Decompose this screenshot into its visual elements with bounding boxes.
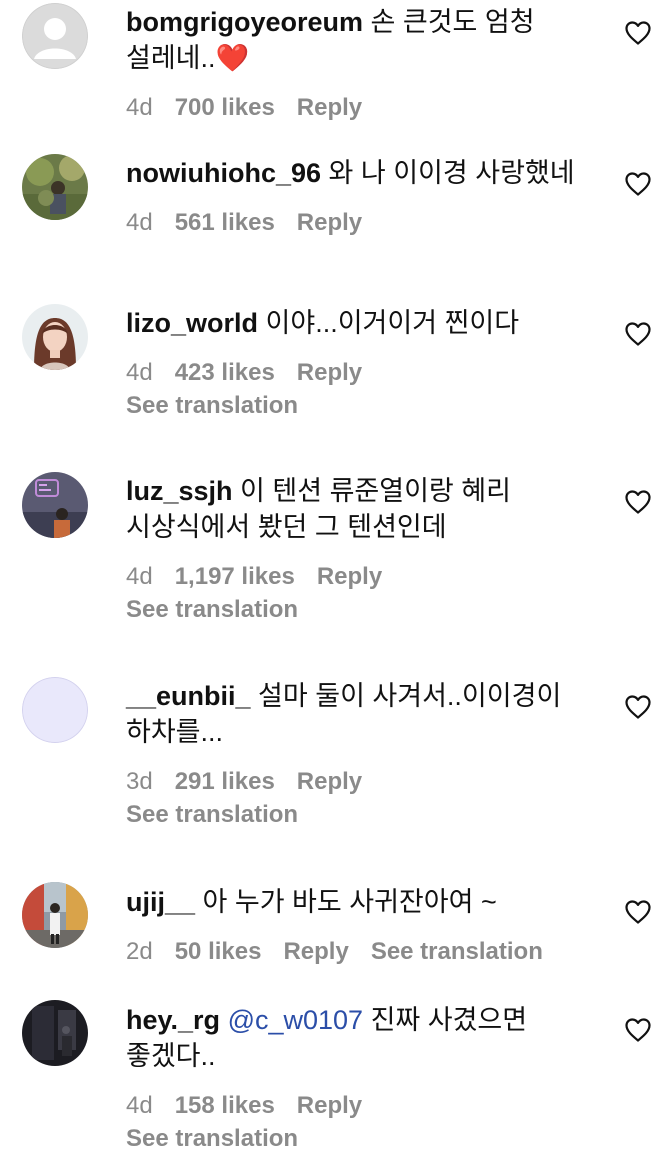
comment-body: 아 누가 바도 사귀잔아여 ~ <box>195 887 497 917</box>
comment-meta: 2d 50 likes Reply See translation <box>126 936 606 968</box>
likes-count[interactable]: 561 likes <box>175 209 275 236</box>
street-photo-icon <box>22 882 88 948</box>
reply-button[interactable]: Reply <box>297 768 362 795</box>
comment-body: 와 나 이이경 사랑했네 <box>321 158 575 188</box>
timestamp: 4d <box>126 94 153 121</box>
timestamp: 4d <box>126 563 153 590</box>
likes-count[interactable]: 1,197 likes <box>175 563 295 590</box>
heart-icon[interactable] <box>624 489 652 515</box>
see-translation-button[interactable]: See translation <box>126 799 606 831</box>
timestamp: 3d <box>126 768 153 795</box>
neon-sign-icon <box>22 472 88 538</box>
see-translation-button[interactable]: See translation <box>371 938 543 965</box>
avatar[interactable] <box>22 677 88 743</box>
avatar[interactable] <box>22 882 88 948</box>
comment-text: ujij__ 아 누가 바도 사귀잔아여 ~ <box>126 884 606 920</box>
username[interactable]: bomgrigoyeoreum <box>126 7 363 37</box>
likes-count[interactable]: 50 likes <box>175 938 262 965</box>
avatar[interactable] <box>22 3 88 69</box>
comment-text: bomgrigoyeoreum 손 큰것도 엄청 설레네..❤️ <box>126 4 606 76</box>
comment-meta: 4d 1,197 likes Reply <box>126 561 606 593</box>
timestamp: 4d <box>126 359 153 386</box>
comment-meta: 4d 700 likes Reply <box>126 92 606 124</box>
comments-list: bomgrigoyeoreum 손 큰것도 엄청 설레네..❤️ 4d 700 l… <box>0 0 662 1160</box>
see-translation-button[interactable]: See translation <box>126 594 606 626</box>
lavender-avatar-icon <box>22 677 88 743</box>
likes-count[interactable]: 158 likes <box>175 1092 275 1119</box>
reply-button[interactable]: Reply <box>283 938 348 965</box>
reply-button[interactable]: Reply <box>317 563 382 590</box>
avatar[interactable] <box>22 1000 88 1066</box>
comment-text: hey._rg @c_w0107 진짜 사겼으면 좋겠다.. <box>126 1002 606 1074</box>
heart-icon[interactable] <box>624 20 652 46</box>
timestamp: 4d <box>126 209 153 236</box>
username[interactable]: luz_ssjh <box>126 476 233 506</box>
mention-link[interactable]: @c_w0107 <box>228 1005 364 1035</box>
heart-icon[interactable] <box>624 899 652 925</box>
username[interactable]: lizo_world <box>126 308 258 338</box>
heart-icon[interactable] <box>624 694 652 720</box>
comment-text: nowiuhiohc_96 와 나 이이경 사랑했네 <box>126 155 606 191</box>
reply-button[interactable]: Reply <box>297 1092 362 1119</box>
username[interactable]: __eunbii_ <box>126 681 251 711</box>
heart-icon[interactable] <box>624 171 652 197</box>
username[interactable]: hey._rg <box>126 1005 220 1035</box>
comment-text: luz_ssjh 이 텐션 류준열이랑 혜리 시상식에서 봤던 그 텐션인데 <box>126 473 606 545</box>
comment-meta: 4d 561 likes Reply <box>126 207 606 239</box>
comment-meta: 4d 158 likes Reply <box>126 1090 606 1122</box>
username[interactable]: ujij__ <box>126 887 195 917</box>
avatar[interactable] <box>22 472 88 538</box>
timestamp: 2d <box>126 938 153 965</box>
portrait-icon <box>22 304 88 370</box>
heart-icon[interactable] <box>624 1017 652 1043</box>
likes-count[interactable]: 423 likes <box>175 359 275 386</box>
dark-photo-icon <box>22 1000 88 1066</box>
comment-text: __eunbii_ 설마 둘이 사겨서..이이경이 하차를... <box>126 678 606 750</box>
username[interactable]: nowiuhiohc_96 <box>126 158 321 188</box>
see-translation-button[interactable]: See translation <box>126 1123 606 1155</box>
comment-text: lizo_world 이야...이거이거 찐이다 <box>126 305 606 341</box>
timestamp: 4d <box>126 1092 153 1119</box>
comment-meta: 3d 291 likes Reply <box>126 766 606 798</box>
likes-count[interactable]: 291 likes <box>175 768 275 795</box>
see-translation-button[interactable]: See translation <box>126 390 606 422</box>
default-avatar-icon <box>22 3 88 69</box>
heart-icon[interactable] <box>624 321 652 347</box>
avatar[interactable] <box>22 154 88 220</box>
reply-button[interactable]: Reply <box>297 359 362 386</box>
comment-meta: 4d 423 likes Reply <box>126 357 606 389</box>
likes-count[interactable]: 700 likes <box>175 94 275 121</box>
avatar[interactable] <box>22 304 88 370</box>
outdoor-photo-icon <box>22 154 88 220</box>
reply-button[interactable]: Reply <box>297 94 362 121</box>
reply-button[interactable]: Reply <box>297 209 362 236</box>
comment-body: 이야...이거이거 찐이다 <box>258 308 520 338</box>
